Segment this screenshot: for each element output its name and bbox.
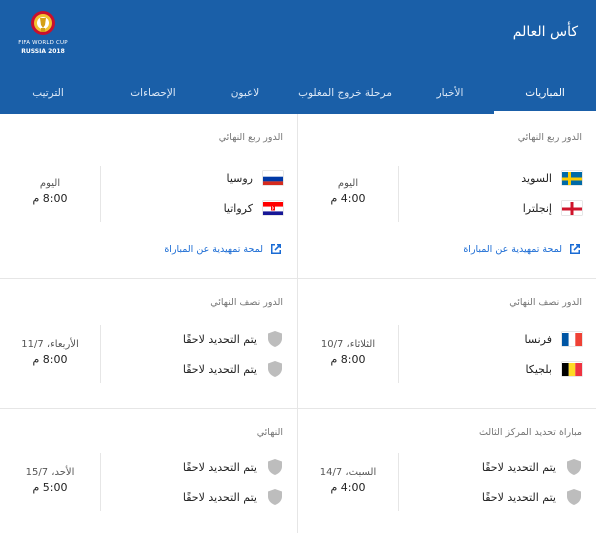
divider bbox=[100, 453, 101, 511]
tab-label: الإحصاءات bbox=[130, 87, 176, 99]
tab-news[interactable]: الأخبار bbox=[406, 72, 494, 114]
team-name: يتم التحديد لاحقًا bbox=[182, 460, 257, 474]
team-name: روسيا bbox=[226, 171, 253, 185]
team-row: بلجيكا bbox=[525, 359, 582, 379]
shield-icon bbox=[268, 459, 282, 475]
divider bbox=[100, 325, 101, 383]
divider bbox=[398, 325, 399, 383]
team-name: يتم التحديد لاحقًا bbox=[481, 490, 556, 504]
team-name: فرنسا bbox=[524, 332, 552, 346]
match-preview-link[interactable]: لمحة تمهيدية عن المباراة bbox=[164, 242, 283, 256]
team-row: كرواتيا bbox=[224, 198, 283, 218]
team-row: يتم التحديد لاحقًا bbox=[183, 359, 283, 379]
tab-label: لاعبون bbox=[230, 87, 260, 99]
match-time: 4:00 م bbox=[330, 481, 366, 494]
match-card[interactable]: النهائي يتم التحديد لاحقًا يتم التحديد ل… bbox=[0, 409, 298, 533]
match-date: اليوم bbox=[337, 178, 359, 189]
flag-sweden-icon bbox=[562, 171, 582, 185]
flag-france-icon bbox=[562, 332, 582, 346]
divider bbox=[398, 453, 399, 511]
match-card[interactable]: الدور نصف النهائي يتم التحديد لاحقًا يتم… bbox=[0, 279, 298, 409]
team-row: يتم التحديد لاحقًا bbox=[183, 487, 283, 507]
divider bbox=[100, 166, 101, 222]
flag-croatia-icon bbox=[263, 201, 283, 215]
match-datetime: السبت، 14/7 4:00 م bbox=[310, 467, 386, 494]
match-datetime: الثلاثاء، 10/7 8:00 م bbox=[310, 339, 386, 366]
shield-icon bbox=[567, 489, 581, 505]
team-name: يتم التحديد لاحقًا bbox=[182, 362, 257, 376]
team-name: كرواتيا bbox=[223, 201, 253, 215]
match-time: 5:00 م bbox=[32, 481, 68, 494]
match-preview-link[interactable]: لمحة تمهيدية عن المباراة bbox=[463, 242, 582, 256]
tab-label: الترتيب bbox=[32, 87, 64, 99]
match-datetime: الأحد، 15/7 5:00 م bbox=[12, 467, 88, 494]
shield-icon bbox=[268, 331, 282, 347]
team-row: السويد bbox=[521, 168, 582, 188]
team-row: فرنسا bbox=[524, 329, 582, 349]
world-cup-logo: FIFA WORLD CUP RUSSIA 2018 bbox=[14, 10, 72, 58]
match-time: 4:00 م bbox=[330, 192, 366, 205]
app-title: كأس العالم bbox=[512, 24, 578, 40]
match-date: اليوم bbox=[39, 178, 61, 189]
team-row: يتم التحديد لاحقًا bbox=[482, 457, 582, 477]
match-date: الثلاثاء، 10/7 bbox=[320, 339, 376, 350]
trophy-emblem-icon bbox=[31, 11, 55, 35]
match-date: الأربعاء، 11/7 bbox=[21, 339, 79, 350]
logo-line2: RUSSIA 2018 bbox=[21, 48, 65, 55]
team-name: السويد bbox=[521, 171, 552, 185]
tab-players[interactable]: لاعبون bbox=[206, 72, 284, 114]
shield-icon bbox=[567, 459, 581, 475]
tab-matches[interactable]: المباريات bbox=[494, 72, 596, 114]
app-header: FIFA WORLD CUP RUSSIA 2018 كأس العالم ال… bbox=[0, 0, 596, 114]
match-time: 8:00 م bbox=[330, 353, 366, 366]
match-card[interactable]: مباراة تحديد المركز الثالث يتم التحديد ل… bbox=[298, 409, 596, 533]
match-time: 8:00 م bbox=[32, 353, 68, 366]
divider bbox=[398, 166, 399, 222]
matches-grid: الدور ربع النهائي السويد إنجلترا اليوم 4… bbox=[0, 114, 596, 533]
shield-icon bbox=[268, 489, 282, 505]
team-name: يتم التحديد لاحقًا bbox=[182, 490, 257, 504]
match-datetime: اليوم 4:00 م bbox=[310, 178, 386, 205]
team-row: إنجلترا bbox=[523, 198, 582, 218]
team-name: بلجيكا bbox=[525, 362, 552, 376]
team-row: يتم التحديد لاحقًا bbox=[183, 329, 283, 349]
match-datetime: اليوم 8:00 م bbox=[12, 178, 88, 205]
match-stage: النهائي bbox=[256, 427, 283, 438]
match-stage: الدور ربع النهائي bbox=[517, 132, 582, 143]
match-stage: الدور نصف النهائي bbox=[210, 297, 283, 308]
team-row: يتم التحديد لاحقًا bbox=[183, 457, 283, 477]
team-name: إنجلترا bbox=[522, 201, 552, 215]
flag-russia-icon bbox=[263, 171, 283, 185]
flag-belgium-icon bbox=[562, 362, 582, 376]
match-datetime: الأربعاء، 11/7 8:00 م bbox=[12, 339, 88, 366]
team-row: روسيا bbox=[226, 168, 283, 188]
match-card[interactable]: الدور ربع النهائي السويد إنجلترا اليوم 4… bbox=[298, 114, 596, 279]
match-stage: الدور نصف النهائي bbox=[509, 297, 582, 308]
match-card[interactable]: الدور ربع النهائي روسيا كرواتيا اليوم 8:… bbox=[0, 114, 298, 279]
logo-line1: FIFA WORLD CUP bbox=[18, 40, 68, 46]
match-date: الأحد، 15/7 bbox=[25, 467, 75, 478]
tab-label: الأخبار bbox=[436, 87, 464, 99]
tab-standings[interactable]: الترتيب bbox=[0, 72, 96, 114]
tab-knockout[interactable]: مرحلة خروج المغلوب bbox=[284, 72, 406, 114]
preview-label: لمحة تمهيدية عن المباراة bbox=[164, 243, 263, 255]
match-time: 8:00 م bbox=[32, 192, 68, 205]
open-in-new-icon bbox=[570, 244, 580, 254]
open-in-new-icon bbox=[271, 244, 281, 254]
team-row: يتم التحديد لاحقًا bbox=[482, 487, 582, 507]
flag-england-icon bbox=[562, 201, 582, 215]
team-name: يتم التحديد لاحقًا bbox=[182, 332, 257, 346]
match-date: السبت، 14/7 bbox=[319, 467, 377, 478]
shield-icon bbox=[268, 361, 282, 377]
match-card[interactable]: الدور نصف النهائي فرنسا بلجيكا الثلاثاء،… bbox=[298, 279, 596, 409]
tab-label: مرحلة خروج المغلوب bbox=[298, 87, 392, 99]
team-name: يتم التحديد لاحقًا bbox=[481, 460, 556, 474]
tab-stats[interactable]: الإحصاءات bbox=[100, 72, 206, 114]
match-stage: مباراة تحديد المركز الثالث bbox=[478, 427, 582, 438]
tab-label: المباريات bbox=[525, 87, 565, 99]
tab-bar: المباريات الأخبار مرحلة خروج المغلوب لاع… bbox=[0, 72, 596, 114]
match-stage: الدور ربع النهائي bbox=[218, 132, 283, 143]
preview-label: لمحة تمهيدية عن المباراة bbox=[463, 243, 562, 255]
